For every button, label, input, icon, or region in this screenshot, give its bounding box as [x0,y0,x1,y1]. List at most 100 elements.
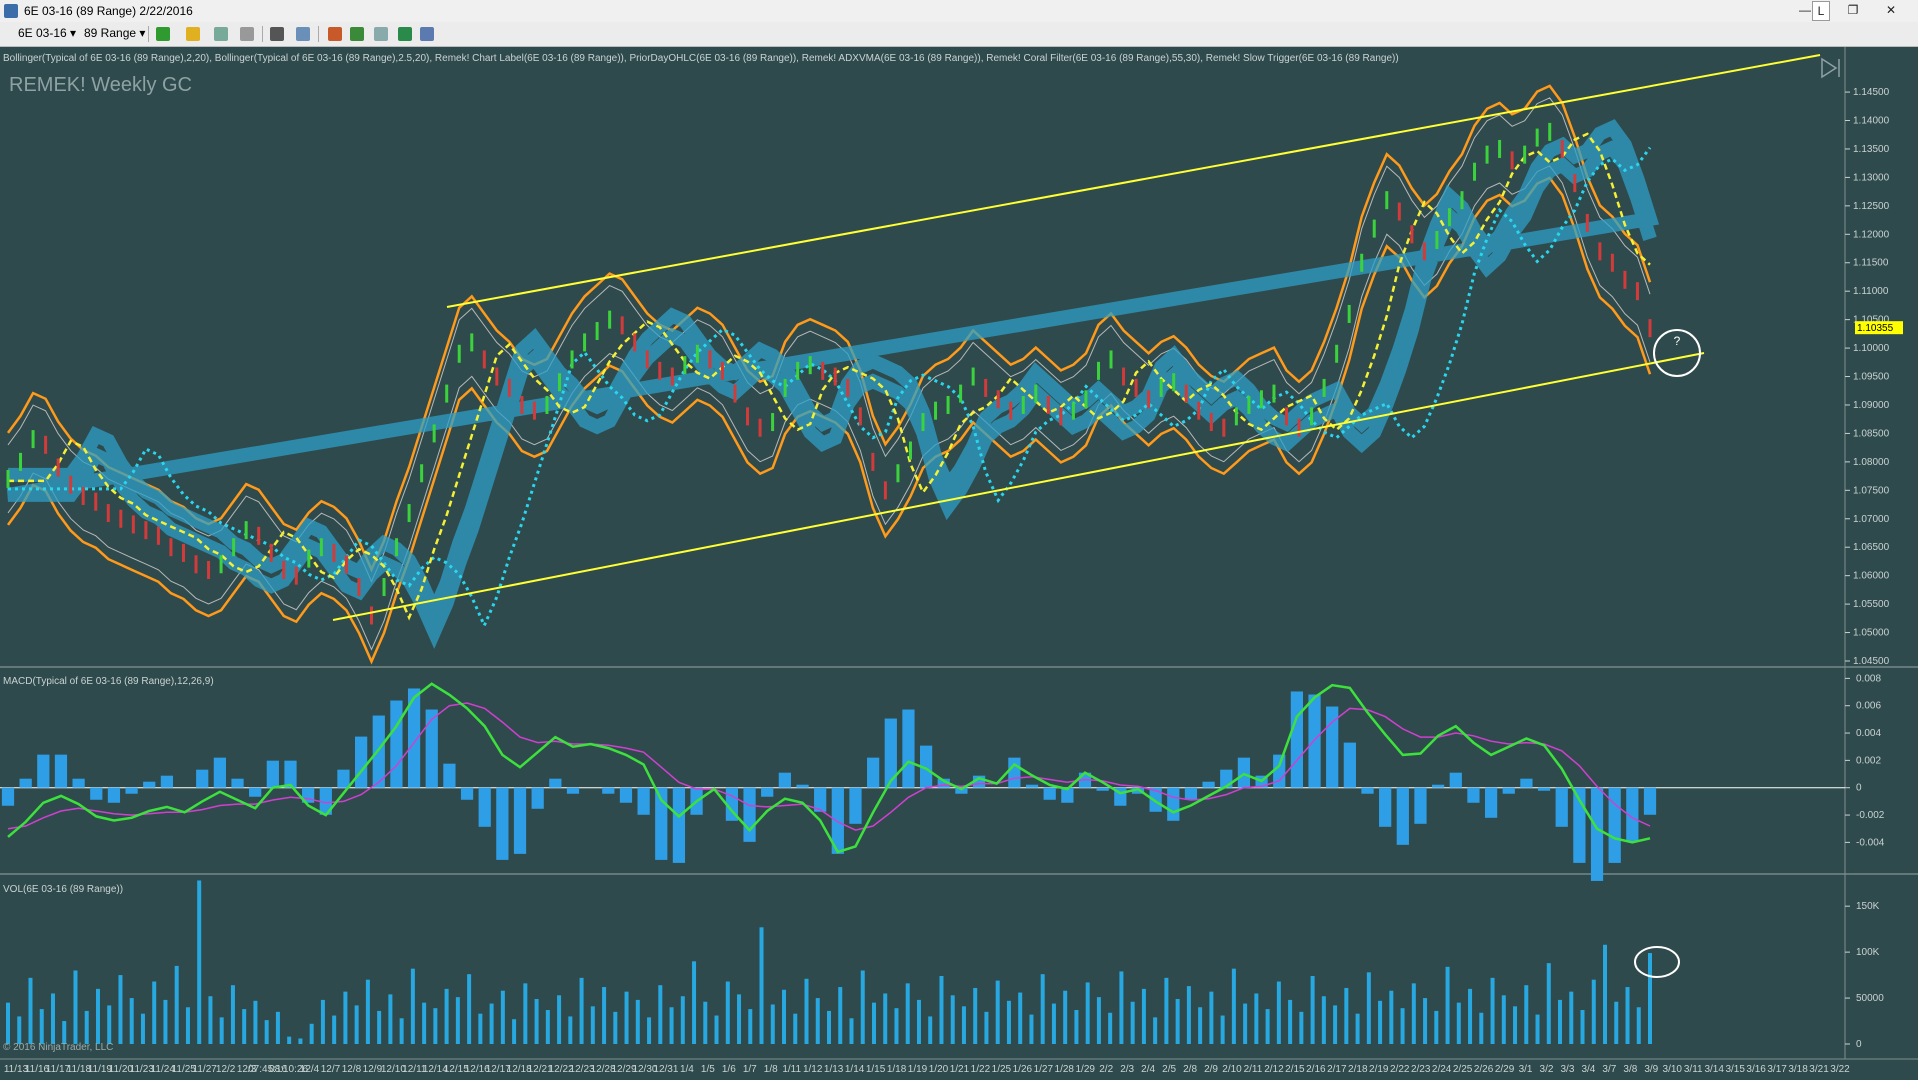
volume-bar [433,1008,438,1044]
volume-bar [1614,1001,1619,1044]
price-tick-label: 1.05500 [1853,599,1890,610]
volume-bar [703,1001,708,1044]
volume-bar [590,1006,595,1044]
x-tick-label: 2/8 [1183,1064,1197,1075]
lock-button[interactable]: L [1812,1,1830,21]
volume-bar [613,1011,618,1044]
volume-bar [647,1017,652,1044]
properties-icon[interactable] [328,27,342,41]
instrument-selector[interactable]: 6E 03-16 ▾ [18,26,76,40]
dollar-icon[interactable] [398,27,412,41]
x-tick-label: 3/1 [1519,1064,1533,1075]
indicator-icon[interactable] [214,27,228,41]
volume-bar [1006,1000,1011,1044]
macd-tick-label: 0.006 [1856,701,1881,712]
chart-canvas[interactable]: Bollinger(Typical of 6E 03-16 (89 Range)… [0,47,1918,1080]
macd-histogram-bar [160,775,174,788]
volume-bar [984,1011,989,1044]
x-tick-label: 3/3 [1560,1064,1574,1075]
volume-bar [1288,999,1293,1044]
volume-bar [759,927,764,1044]
x-tick-label: 1/28 [1055,1064,1075,1075]
x-tick-label: 1/14 [845,1064,865,1075]
x-tick-label: 1/12 [803,1064,823,1075]
volume-tick-label: 100K [1856,947,1880,958]
volume-bar [388,994,393,1044]
price-tick-label: 1.06500 [1853,542,1890,553]
macd-tick-label: 0.004 [1856,728,1881,739]
volume-bar [1130,1001,1135,1044]
volume-bar [28,977,33,1044]
drawing-tool-icon[interactable] [186,27,200,41]
volume-bar [602,987,607,1044]
instrument-label: 6E 03-16 [18,26,67,40]
volume-bar [804,978,809,1044]
volume-bar [928,1016,933,1044]
volume-bar [354,1005,359,1044]
x-tick-label: 1/4 [680,1064,694,1075]
volume-bar [1468,988,1473,1044]
zoom-icon[interactable] [296,27,310,41]
macd-histogram-bar [372,715,385,788]
volume-bar [534,998,539,1044]
close-button[interactable]: ✕ [1876,1,1906,19]
macd-histogram-bar [460,787,474,800]
volume-bar [410,968,415,1044]
volume-bar [624,991,629,1044]
volume-bar [658,985,663,1044]
volume-bar [1018,992,1023,1044]
price-tick-label: 1.11000 [1853,286,1889,297]
volume-tick-label: 50000 [1856,993,1884,1004]
strategy-icon[interactable] [240,27,254,41]
volume-bar [208,996,213,1044]
volume-bar [950,995,955,1044]
macd-tick-label: 0.002 [1856,755,1881,766]
volume-bar [1580,1010,1585,1044]
macd-histogram-bar [602,787,615,794]
volume-bar [1153,1017,1158,1044]
volume-bar [17,1016,22,1044]
volume-bar [1625,987,1630,1044]
x-tick-label: 2/19 [1369,1064,1389,1075]
volume-bar [242,1009,247,1044]
volume-bar [1445,966,1450,1044]
volume-bar [1603,944,1608,1044]
watermark-title: REMEK! Weekly GC [9,74,192,96]
restore-button[interactable]: ❐ [1838,1,1868,19]
volume-bar [838,987,843,1044]
volume-bar [1355,1013,1360,1044]
price-tick-label: 1.04500 [1853,656,1890,667]
play-icon[interactable] [1821,57,1840,79]
templates-icon[interactable] [350,27,364,41]
channel-upper-line[interactable] [446,54,1821,308]
volume-bar [298,1038,303,1044]
x-tick-label: 12/4 [300,1064,320,1075]
data-box-icon[interactable] [420,27,434,41]
volume-bar [1636,1007,1641,1044]
chart-style-icon[interactable] [156,27,170,41]
volume-bar [905,983,910,1044]
macd-histogram-bar [425,709,438,788]
x-tick-label: 1/27 [1034,1064,1054,1075]
macd-histogram-bar [72,778,85,788]
macd-histogram-bar [637,787,650,815]
volume-bar [219,1017,224,1044]
screenshot-icon[interactable] [374,27,388,41]
volume-bar [1243,1003,1248,1044]
volume-bar [714,1015,719,1044]
x-tick-label: 3/18 [1788,1064,1808,1075]
macd-tick-label: -0.004 [1856,837,1885,848]
volume-bar [320,999,325,1044]
volume-bar [1029,1014,1034,1044]
x-tick-label: 11/27 [193,1064,218,1075]
x-tick-label: 2/2 [1099,1064,1113,1075]
toolbar-separator [148,26,149,42]
volume-bar [73,970,78,1044]
volume-bar [197,880,202,1044]
price-tick-label: 1.14000 [1853,116,1890,127]
price-tick-label: 1.12000 [1853,229,1890,240]
crosshair-icon[interactable] [270,27,284,41]
period-selector[interactable]: 89 Range ▾ [84,26,145,40]
macd-histogram-bar [1379,787,1392,827]
indicator-list: Bollinger(Typical of 6E 03-16 (89 Range)… [3,53,1399,64]
